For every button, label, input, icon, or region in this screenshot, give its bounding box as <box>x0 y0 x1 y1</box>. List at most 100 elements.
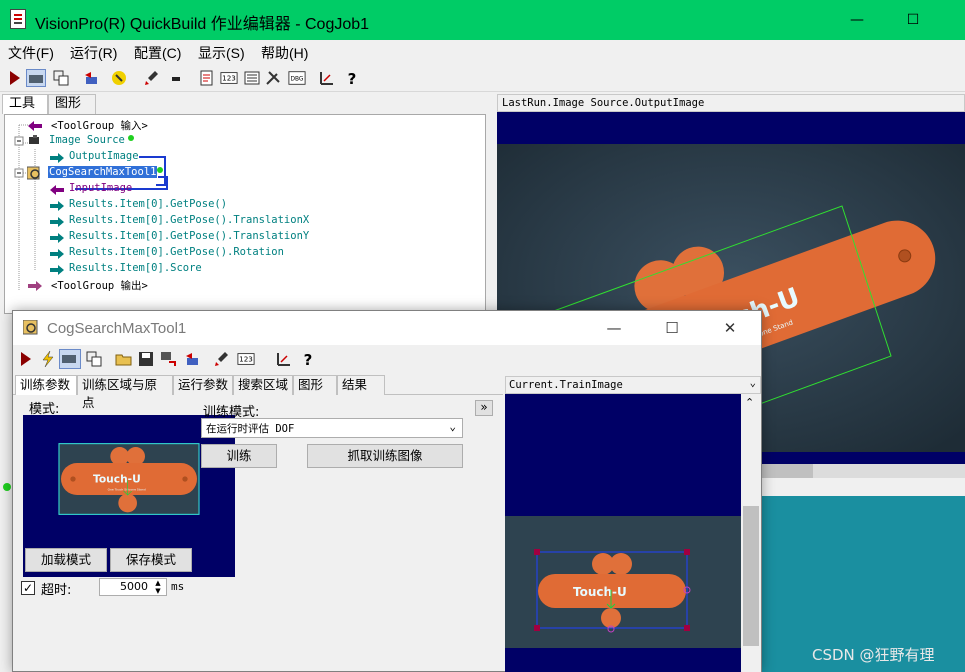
timeout-value: 5000 <box>120 580 148 593</box>
svg-text:?: ? <box>304 351 313 368</box>
spinner-icon[interactable]: ▲ ▼ <box>151 579 165 595</box>
status-dot-icon <box>128 135 134 141</box>
tab-graphics[interactable]: 图形 <box>293 375 337 395</box>
reset-icon[interactable] <box>183 350 201 368</box>
help-icon[interactable]: ? <box>299 350 317 369</box>
tree-toolgroup-input[interactable]: <ToolGroup 输入> <box>51 118 148 133</box>
tab-graphics[interactable]: 图形 <box>48 94 96 114</box>
timeout-label: 超时: <box>41 583 72 598</box>
main-title-bar: VisionPro(R) QuickBuild 作业编辑器 - CogJob1 … <box>0 0 965 40</box>
left-tab-strip: 工具 图形 <box>0 94 495 114</box>
tab-train-region[interactable]: 训练区域与原点 <box>77 375 173 410</box>
image-view-icon[interactable] <box>59 349 81 369</box>
fire-icon[interactable] <box>110 69 128 87</box>
train-image-panel: Current.TrainImage ⌄ Touch-U ⌃ <box>505 375 761 672</box>
list-icon[interactable] <box>243 69 261 87</box>
pointer-icon[interactable] <box>168 69 186 87</box>
image-display-header[interactable]: LastRun.Image Source.OutputImage <box>497 94 965 112</box>
menu-file[interactable]: 文件(F) <box>8 43 54 63</box>
brush-icon[interactable] <box>213 350 231 368</box>
debug-icon[interactable]: DBG <box>288 69 308 87</box>
copy-icon[interactable] <box>52 69 70 87</box>
tab-results[interactable]: 结果 <box>337 375 385 395</box>
dialog-title: CogSearchMaxTool1 <box>47 320 187 337</box>
app-clipboard-icon <box>10 9 26 29</box>
align-icon[interactable] <box>318 69 336 87</box>
output-arrow-icon <box>49 152 65 163</box>
train-mode-select[interactable]: 在运行时评估 DOF ⌄ <box>201 418 463 438</box>
tool-status-dot-icon <box>157 167 163 173</box>
menu-bar: 文件(F) 运行(R) 配置(C) 显示(S) 帮助(H) <box>0 40 965 64</box>
timeout-checkbox[interactable]: ✓ <box>21 581 35 595</box>
svg-text:123: 123 <box>222 74 236 83</box>
train-image: Touch-U <box>505 516 741 648</box>
menu-display[interactable]: 显示(S) <box>198 43 245 63</box>
tree-result-getpose[interactable]: Results.Item[0].GetPose() <box>69 198 227 210</box>
open-folder-icon[interactable] <box>115 350 133 368</box>
run-icon[interactable] <box>6 69 24 87</box>
result-arrow-icon <box>49 264 65 275</box>
run-icon[interactable] <box>17 350 35 368</box>
lightning-icon[interactable] <box>39 350 57 368</box>
copy-icon[interactable] <box>85 350 103 368</box>
menu-help[interactable]: 帮助(H) <box>261 43 308 63</box>
model-product-sublabel: One Touch Silicone Stand <box>108 487 146 491</box>
tree-input-image[interactable]: InputImage <box>69 182 132 194</box>
dialog-minimize-button[interactable]: — <box>599 315 629 341</box>
search-tool-dialog: CogSearchMaxTool1 — ☐ ✕ 123 ? 训练参数 训练区域与… <box>12 310 762 672</box>
dialog-tab-strip: 训练参数 训练区域与原点 运行参数 搜索区域 图形 结果 <box>13 375 503 410</box>
tree-result-rotation[interactable]: Results.Item[0].GetPose().Rotation <box>69 246 284 258</box>
tools-icon[interactable] <box>264 69 282 87</box>
tab-tools[interactable]: 工具 <box>2 94 48 114</box>
search-tool-icon <box>23 320 38 335</box>
train-image-view[interactable]: Touch-U <box>505 394 741 672</box>
tree-result-translationy[interactable]: Results.Item[0].GetPose().TranslationY <box>69 230 309 242</box>
search-tool-icon <box>27 166 40 180</box>
number-123-icon[interactable]: 123 <box>237 350 257 368</box>
grab-image-icon[interactable] <box>159 350 177 368</box>
minimize-button[interactable]: — <box>842 6 872 34</box>
train-button[interactable]: 训练 <box>201 444 277 468</box>
result-arrow-icon <box>49 232 65 243</box>
collapse-toggle-icon[interactable]: » <box>475 400 493 416</box>
save-model-button[interactable]: 保存模式 <box>110 548 192 572</box>
grab-train-image-button[interactable]: 抓取训练图像 <box>307 444 463 468</box>
tree-result-translationx[interactable]: Results.Item[0].GetPose().TranslationX <box>69 214 309 226</box>
save-icon[interactable] <box>137 350 155 368</box>
dialog-close-button[interactable]: ✕ <box>715 315 745 341</box>
menu-config[interactable]: 配置(C) <box>134 43 181 63</box>
tab-run-params[interactable]: 运行参数 <box>173 375 233 395</box>
tree-result-score[interactable]: Results.Item[0].Score <box>69 262 202 274</box>
vertical-scrollbar[interactable]: ⌃ <box>741 394 761 672</box>
svg-text:?: ? <box>348 70 357 87</box>
main-left-edge <box>0 480 12 500</box>
scrollbar-thumb[interactable] <box>743 506 759 646</box>
image-view-icon[interactable] <box>26 69 46 87</box>
tree-image-source[interactable]: Image Source <box>49 134 125 146</box>
timeout-unit: ms <box>171 580 185 593</box>
train-image-header-label: Current.TrainImage <box>509 379 623 391</box>
tool-tree: <ToolGroup 输入> Image Source OutputImage … <box>4 114 486 314</box>
reset-icon[interactable] <box>82 69 100 87</box>
align-icon[interactable] <box>275 350 293 368</box>
main-toolbar: 123 DBG ? <box>0 64 965 92</box>
svg-text:DBG: DBG <box>291 77 304 83</box>
edit-icon[interactable] <box>198 69 216 87</box>
tree-toolgroup-output[interactable]: <ToolGroup 输出> <box>51 278 148 293</box>
menu-run[interactable]: 运行(R) <box>70 43 117 63</box>
maximize-button[interactable]: ☐ <box>898 6 928 34</box>
svg-text:123: 123 <box>239 355 253 364</box>
timeout-input[interactable]: 5000 ▲ ▼ <box>99 578 167 596</box>
image-border-top <box>497 112 965 144</box>
tab-train-params[interactable]: 训练参数 <box>15 375 77 395</box>
tab-search-region[interactable]: 搜索区域 <box>233 375 293 395</box>
scroll-up-icon[interactable]: ⌃ <box>745 396 754 409</box>
tree-output-image[interactable]: OutputImage <box>69 150 139 162</box>
dialog-maximize-button[interactable]: ☐ <box>657 315 687 341</box>
number-123-icon[interactable]: 123 <box>220 69 240 87</box>
train-image-header[interactable]: Current.TrainImage ⌄ <box>505 376 761 394</box>
tree-cogsearchmaxtool[interactable]: CogSearchMaxTool1 <box>48 166 158 178</box>
load-model-button[interactable]: 加载模式 <box>25 548 107 572</box>
brush-icon[interactable] <box>143 69 161 87</box>
help-icon[interactable]: ? <box>343 69 361 88</box>
